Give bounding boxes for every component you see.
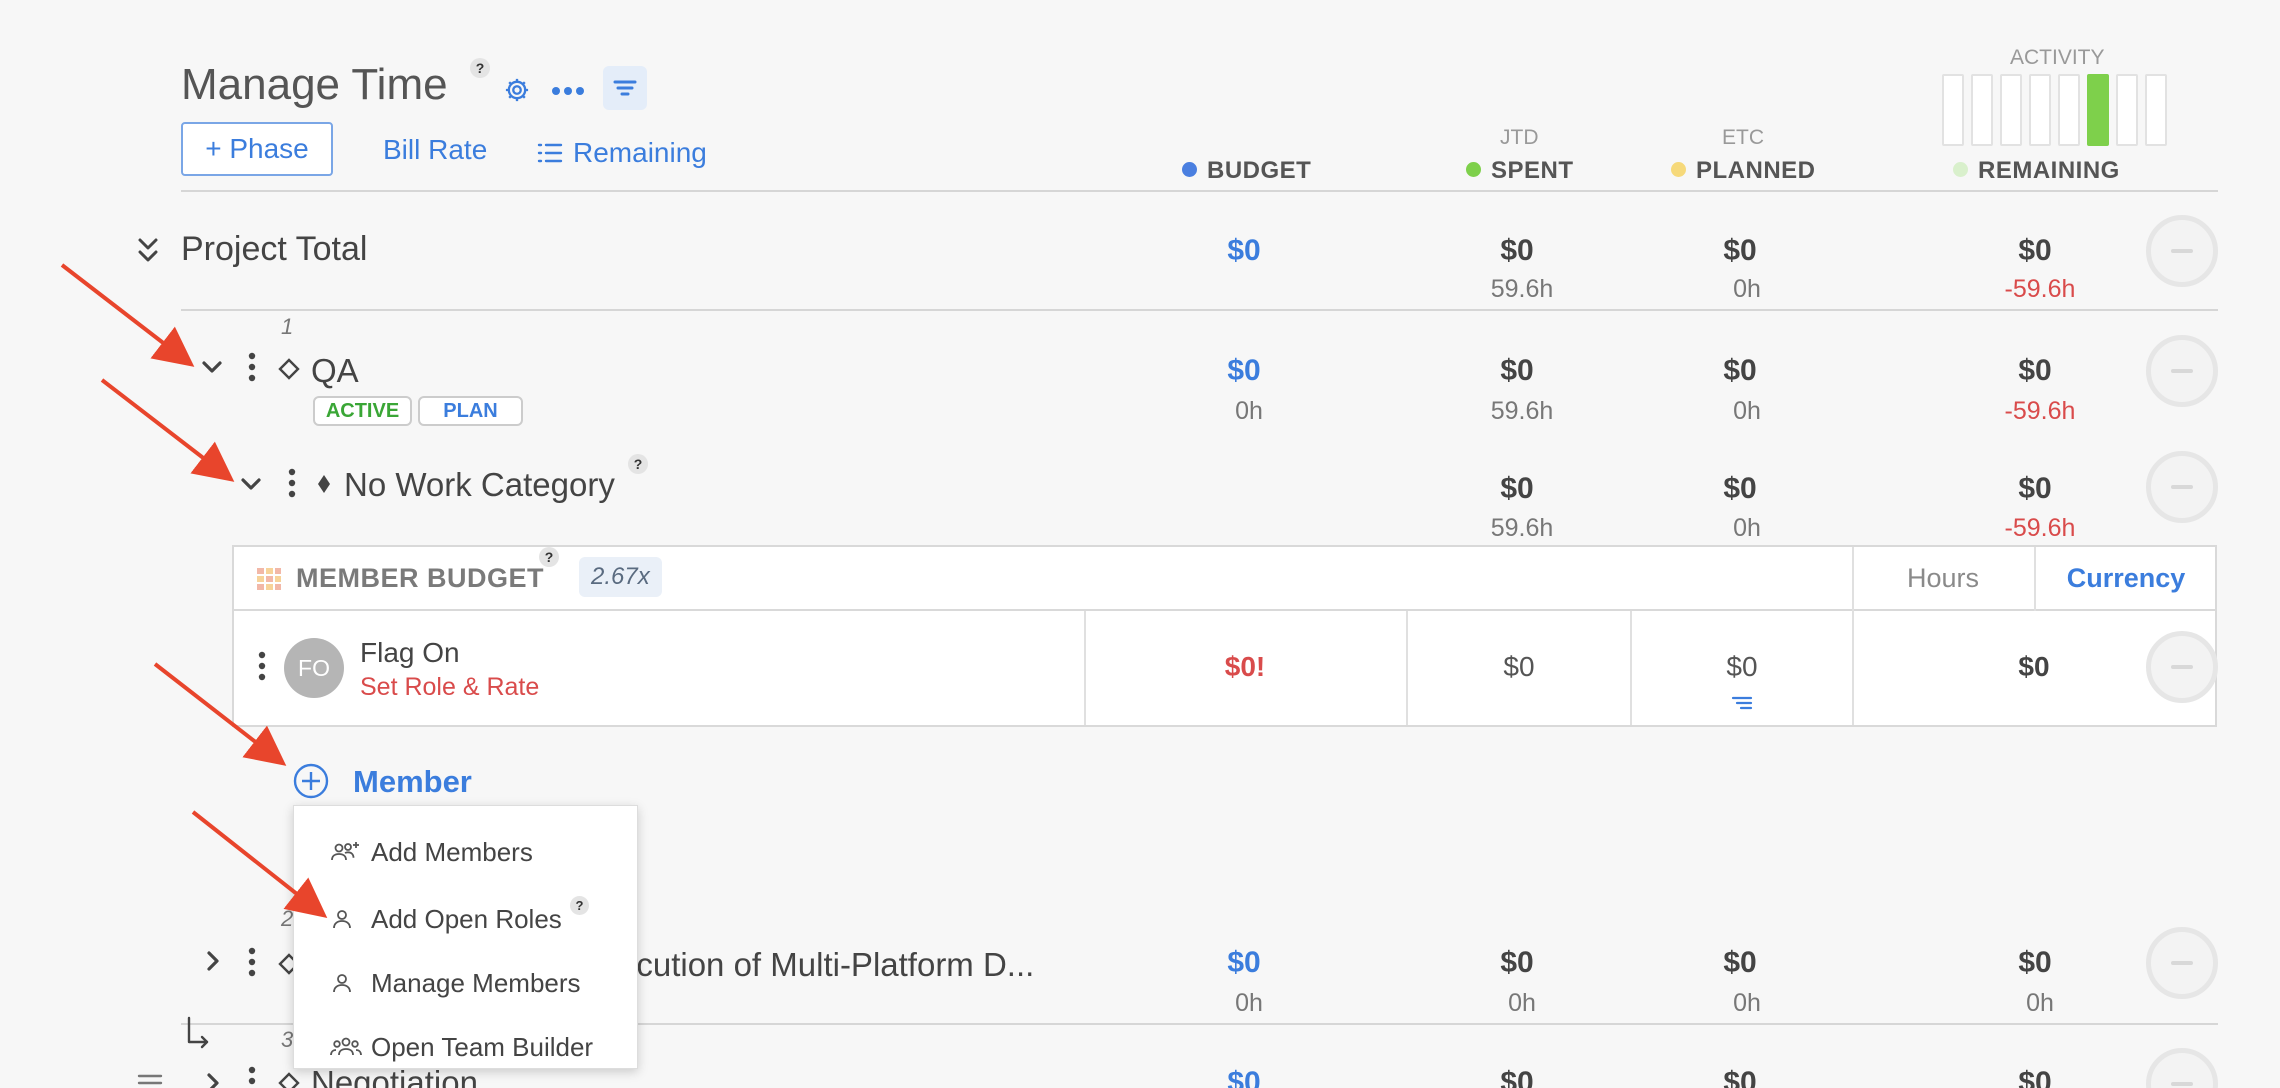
annotation-arrow xyxy=(100,378,235,482)
annotation-arrow xyxy=(153,662,287,766)
annotation-arrow xyxy=(191,810,328,918)
annotation-arrows xyxy=(60,263,328,918)
annotation-arrow xyxy=(60,263,195,367)
